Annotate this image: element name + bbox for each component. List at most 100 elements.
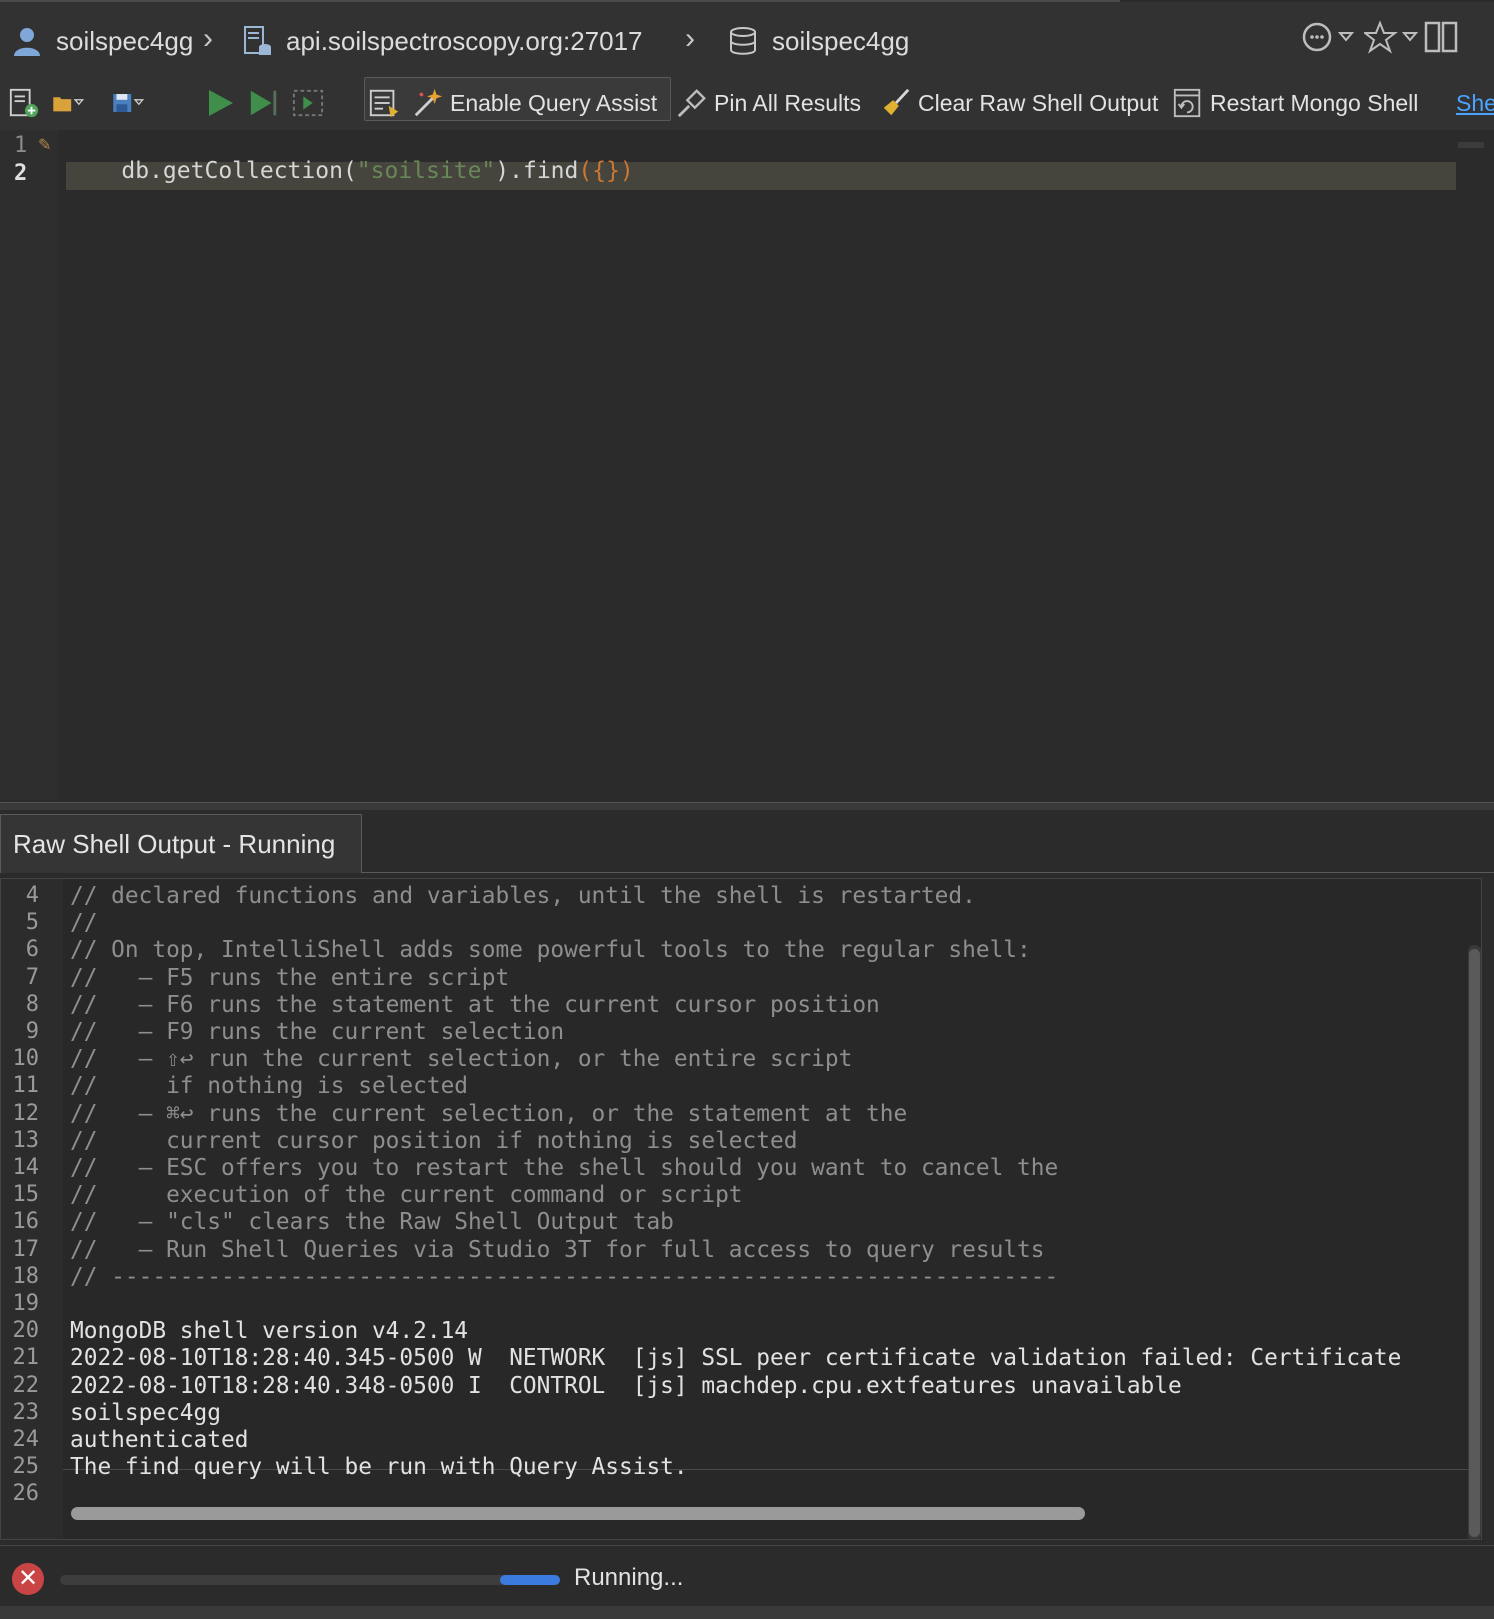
output-line: 20 MongoDB shell version v4.2.14 bbox=[1, 1318, 1471, 1346]
output-line-number: 12 bbox=[12, 1100, 40, 1126]
open-button[interactable] bbox=[52, 84, 90, 122]
layout-icon[interactable] bbox=[1424, 20, 1458, 62]
run-selection-button[interactable] bbox=[292, 84, 330, 122]
format-button[interactable] bbox=[368, 84, 406, 122]
output-line-text: // declared functions and variables, unt… bbox=[70, 883, 976, 909]
output-line: 13 // current cursor position if nothing … bbox=[1, 1128, 1471, 1156]
history-icon[interactable] bbox=[1300, 20, 1356, 62]
run-statement-button[interactable] bbox=[248, 84, 286, 122]
magic-wand-icon bbox=[412, 87, 444, 119]
code-token: ).find bbox=[495, 158, 579, 184]
clear-raw-shell-output-label: Clear Raw Shell Output bbox=[918, 89, 1159, 116]
output-line-text: // current cursor position if nothing is… bbox=[70, 1127, 798, 1154]
pin-all-results-button[interactable]: Pin All Results bbox=[676, 84, 861, 122]
output-line: 25 The find query will be run with Query … bbox=[1, 1454, 1471, 1482]
run-selection-icon bbox=[292, 87, 324, 119]
output-line-number: 17 bbox=[12, 1236, 40, 1262]
output-line: 24 authenticated bbox=[1, 1427, 1471, 1455]
output-line: 17 // – Run Shell Queries via Studio 3T f… bbox=[1, 1237, 1471, 1265]
new-script-icon bbox=[8, 87, 40, 119]
output-line: 12 // – ⌘↩ runs the current selection, or… bbox=[1, 1101, 1471, 1129]
new-script-button[interactable] bbox=[8, 84, 46, 122]
output-line-text: // – F9 runs the current selection bbox=[70, 1019, 565, 1045]
status-bar: ✕ Running... bbox=[0, 1545, 1494, 1606]
code-line-1[interactable]: db.getCollection("soilsite").find({}) bbox=[66, 132, 634, 210]
output-line-number: 9 bbox=[25, 1019, 39, 1044]
output-line-text: // – ESC offers you to restart the shell… bbox=[70, 1155, 1059, 1181]
shell-options-link-label: She bbox=[1456, 89, 1494, 116]
output-line: 18 // -----------------------------------… bbox=[1, 1264, 1471, 1292]
output-line-text: MongoDB shell version v4.2.14 bbox=[70, 1318, 469, 1345]
format-icon bbox=[368, 87, 400, 119]
restart-mongo-shell-label: Restart Mongo Shell bbox=[1210, 89, 1419, 116]
output-line-text: 2022-08-10T18:28:40.345-0500 W NETWORK [… bbox=[70, 1345, 1402, 1372]
favorite-star-icon[interactable] bbox=[1362, 20, 1420, 62]
line-number: 2 bbox=[14, 161, 28, 186]
window-bottom-edge bbox=[0, 1606, 1494, 1619]
broom-icon bbox=[880, 87, 912, 119]
pin-icon bbox=[676, 87, 708, 119]
output-line-text: // – "cls" clears the Raw Shell Output t… bbox=[70, 1209, 674, 1236]
output-line-text: The find query will be run with Query As… bbox=[70, 1454, 688, 1481]
restart-mongo-shell-button[interactable]: Restart Mongo Shell bbox=[1172, 84, 1418, 122]
fold-marker-icon[interactable]: ✎ bbox=[38, 135, 51, 155]
run-icon bbox=[204, 87, 236, 119]
tab-raw-shell-output-label: Raw Shell Output - Running bbox=[13, 829, 336, 859]
output-line-number: 11 bbox=[12, 1073, 40, 1099]
output-line-text: // – F6 runs the statement at the curren… bbox=[70, 991, 880, 1018]
breadcrumb-database[interactable]: soilspec4gg bbox=[726, 24, 909, 58]
chevron-right-icon: › bbox=[685, 22, 695, 55]
output-line-number: 18 bbox=[12, 1263, 40, 1289]
output-line-number: 4 bbox=[25, 883, 39, 908]
run-button[interactable] bbox=[204, 84, 242, 122]
output-line-text: // bbox=[70, 910, 98, 937]
user-icon bbox=[10, 24, 44, 58]
output-line-number: 16 bbox=[12, 1209, 40, 1235]
vertical-scrollbar-thumb[interactable] bbox=[1469, 949, 1480, 1537]
enable-query-assist-button[interactable]: Enable Query Assist bbox=[412, 84, 657, 122]
output-line-number: 20 bbox=[12, 1318, 40, 1344]
output-line-number: 26 bbox=[12, 1481, 40, 1507]
save-button[interactable] bbox=[112, 84, 150, 122]
output-line-number: 25 bbox=[12, 1454, 40, 1480]
output-line-text: // – ⌘↩ runs the current selection, or t… bbox=[70, 1100, 908, 1127]
output-line-text: // if nothing is selected bbox=[70, 1073, 469, 1100]
output-line-number: 5 bbox=[25, 910, 39, 936]
output-line-number: 13 bbox=[12, 1127, 40, 1153]
restart-icon bbox=[1172, 87, 1204, 119]
save-icon bbox=[112, 87, 144, 119]
output-line-number: 6 bbox=[25, 937, 39, 963]
output-line: 19 bbox=[1, 1291, 1471, 1319]
output-line-text: // – F5 runs the entire script bbox=[70, 964, 510, 991]
code-bracket-token: ({}) bbox=[578, 158, 634, 184]
stop-button[interactable]: ✕ bbox=[12, 1563, 44, 1595]
output-line: 6 // On top, IntelliShell adds some power… bbox=[1, 937, 1471, 965]
output-line: 26 bbox=[1, 1481, 1471, 1509]
connection-breadcrumb: soilspec4gg › api.soilspectroscopy.org:2… bbox=[0, 2, 1494, 80]
output-line-number: 10 bbox=[12, 1046, 40, 1072]
tab-raw-shell-output[interactable]: Raw Shell Output - Running bbox=[0, 814, 362, 873]
code-string-token: "soilsite" bbox=[356, 158, 496, 184]
output-line-text: authenticated bbox=[70, 1427, 249, 1453]
horizontal-scrollbar-thumb[interactable] bbox=[71, 1507, 1085, 1520]
raw-shell-output[interactable]: 4 // declared functions and variables, un… bbox=[0, 878, 1482, 1540]
breadcrumb-database-label: soilspec4gg bbox=[772, 25, 910, 56]
output-line: 5 // bbox=[1, 910, 1471, 938]
output-line-number: 7 bbox=[25, 964, 39, 990]
output-line: 14 // – ESC offers you to restart the she… bbox=[1, 1155, 1471, 1183]
run-statement-icon bbox=[248, 87, 280, 119]
output-line: 16 // – "cls" clears the Raw Shell Output… bbox=[1, 1209, 1471, 1237]
breadcrumb-user[interactable]: soilspec4gg bbox=[10, 24, 193, 58]
output-line-number: 24 bbox=[12, 1427, 40, 1452]
clear-raw-shell-output-button[interactable]: Clear Raw Shell Output bbox=[880, 84, 1158, 122]
script-editor[interactable]: 1 ✎ db.getCollection("soilsite").find({}… bbox=[0, 130, 1494, 800]
output-line-number: 22 bbox=[12, 1372, 40, 1398]
output-line-text: // – Run Shell Queries via Studio 3T for… bbox=[70, 1236, 1045, 1263]
stop-icon: ✕ bbox=[17, 1565, 39, 1592]
breadcrumb-server[interactable]: api.soilspectroscopy.org:27017 bbox=[240, 24, 643, 58]
shell-options-link[interactable]: She bbox=[1456, 84, 1494, 122]
output-line-text: soilspec4gg bbox=[70, 1399, 221, 1426]
output-line: 4 // declared functions and variables, un… bbox=[1, 883, 1471, 911]
output-line: 8 // – F6 runs the statement at the curre… bbox=[1, 992, 1471, 1020]
output-line-number: 15 bbox=[12, 1182, 40, 1208]
